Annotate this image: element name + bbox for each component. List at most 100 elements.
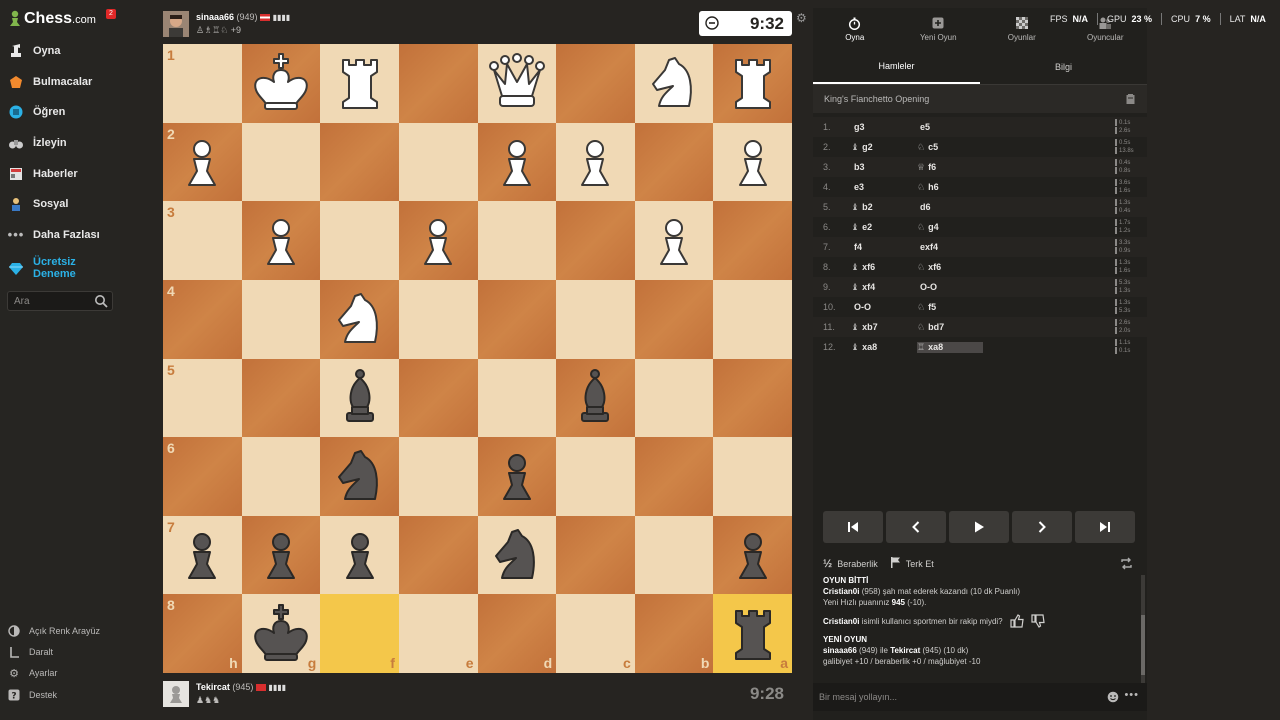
tab-info[interactable]: Bilgi: [980, 50, 1147, 84]
square-f2[interactable]: [320, 122, 399, 202]
square-e2[interactable]: [398, 122, 478, 202]
square-e7[interactable]: [398, 515, 478, 595]
square-h8[interactable]: 8h: [163, 594, 242, 673]
search-input[interactable]: Ara: [7, 291, 113, 311]
square-c1[interactable]: [556, 44, 635, 123]
square-h1[interactable]: 1: [163, 44, 242, 123]
board-settings-gear-icon[interactable]: ⚙: [796, 11, 808, 25]
white-knight-piece[interactable]: [639, 48, 709, 118]
nav-learn[interactable]: Öğren: [0, 97, 120, 128]
square-h5[interactable]: 5: [163, 358, 242, 438]
square-e8[interactable]: e: [398, 594, 478, 673]
white-move[interactable]: f4: [851, 242, 917, 252]
player-name[interactable]: Tekircat: [196, 682, 230, 692]
square-c6[interactable]: [556, 437, 635, 516]
white-move[interactable]: g3: [851, 122, 917, 132]
square-f3[interactable]: [320, 201, 399, 280]
square-d4[interactable]: [477, 279, 557, 359]
black-pawn-piece[interactable]: [482, 441, 552, 511]
nav-more[interactable]: ••• Daha Fazlası: [0, 220, 120, 251]
black-knight-piece[interactable]: [482, 520, 552, 590]
chat-input[interactable]: Bir mesaj yollayın... •••: [813, 683, 1147, 711]
white-pawn-piece[interactable]: [403, 206, 473, 276]
black-rook-piece[interactable]: [718, 599, 788, 669]
square-g7[interactable]: [241, 515, 321, 595]
black-bishop-piece[interactable]: [325, 363, 395, 433]
black-move[interactable]: ♘ g4: [917, 222, 983, 233]
square-g4[interactable]: [241, 279, 321, 359]
avatar[interactable]: [163, 11, 189, 37]
draw-button[interactable]: ½ Beraberlik: [823, 558, 878, 570]
next-move-button[interactable]: [1012, 511, 1072, 543]
square-g2[interactable]: [241, 122, 321, 202]
square-c4[interactable]: [556, 279, 635, 359]
player-name[interactable]: sinaaa66: [196, 12, 234, 22]
black-move[interactable]: ♘ f5: [917, 302, 983, 313]
square-c7[interactable]: [556, 515, 635, 595]
white-rook-piece[interactable]: [325, 48, 395, 118]
square-c2[interactable]: [556, 122, 635, 202]
tab-play[interactable]: Oyna: [813, 8, 897, 50]
chess-board[interactable]: 12345678hgfedcba: [163, 44, 792, 673]
white-pawn-piece[interactable]: [560, 127, 630, 197]
black-move[interactable]: O-O: [917, 282, 983, 292]
black-move[interactable]: d6: [917, 202, 983, 212]
square-b6[interactable]: [634, 437, 714, 516]
nav-watch[interactable]: İzleyin: [0, 128, 120, 159]
white-move[interactable]: ♝ g2: [851, 142, 917, 153]
white-move[interactable]: b3: [851, 162, 917, 172]
square-f8[interactable]: f: [320, 594, 399, 673]
first-move-button[interactable]: [823, 511, 883, 543]
black-move[interactable]: e5: [917, 122, 983, 132]
square-e4[interactable]: [398, 279, 478, 359]
square-g3[interactable]: [241, 201, 321, 280]
black-bishop-piece[interactable]: [560, 363, 630, 433]
square-e1[interactable]: [398, 44, 478, 123]
nav-news[interactable]: Haberler: [0, 158, 120, 189]
square-f1[interactable]: [320, 44, 399, 123]
square-h7[interactable]: 7: [163, 515, 242, 595]
square-h3[interactable]: 3: [163, 201, 242, 280]
last-move-button[interactable]: [1075, 511, 1135, 543]
black-pawn-piece[interactable]: [167, 520, 237, 590]
square-e6[interactable]: [398, 437, 478, 516]
tab-new-game[interactable]: Yeni Oyun: [897, 8, 981, 50]
square-h6[interactable]: 6: [163, 437, 242, 516]
nav-puzzles[interactable]: Bulmacalar: [0, 67, 120, 98]
square-g5[interactable]: [241, 358, 321, 438]
black-move[interactable]: ♘ h6: [917, 182, 983, 193]
square-a3[interactable]: [713, 201, 792, 280]
square-c3[interactable]: [556, 201, 635, 280]
square-d1[interactable]: [477, 44, 557, 123]
square-c5[interactable]: [556, 358, 635, 438]
previous-move-button[interactable]: [886, 511, 946, 543]
square-a7[interactable]: [713, 515, 792, 595]
white-pawn-piece[interactable]: [167, 127, 237, 197]
light-theme-toggle[interactable]: Açık Renk Arayüz: [0, 620, 120, 641]
square-g6[interactable]: [241, 437, 321, 516]
square-d3[interactable]: [477, 201, 557, 280]
white-move[interactable]: ♝ b2: [851, 202, 917, 213]
square-b2[interactable]: [634, 122, 714, 202]
black-knight-piece[interactable]: [325, 441, 395, 511]
book-icon[interactable]: [1126, 94, 1135, 104]
thumbs-down-icon[interactable]: [1031, 614, 1045, 628]
notification-badge[interactable]: 2: [106, 9, 116, 19]
white-pawn-piece[interactable]: [246, 206, 316, 276]
square-b8[interactable]: b: [634, 594, 714, 673]
square-a5[interactable]: [713, 358, 792, 438]
square-d5[interactable]: [477, 358, 557, 438]
white-move[interactable]: e3: [851, 182, 917, 192]
logo[interactable]: Chess.com: [8, 8, 96, 30]
square-f7[interactable]: [320, 515, 399, 595]
flip-board-icon[interactable]: [1120, 557, 1133, 570]
resign-button[interactable]: Terk Et: [890, 557, 934, 571]
emoji-icon[interactable]: [1107, 691, 1119, 703]
square-c8[interactable]: c: [556, 594, 635, 673]
square-b4[interactable]: [634, 279, 714, 359]
settings-link[interactable]: ⚙ Ayarlar: [0, 663, 120, 684]
black-move[interactable]: ♘ xf6: [917, 262, 983, 273]
white-move[interactable]: ♝ xb7: [851, 322, 917, 333]
white-move[interactable]: ♝ e2: [851, 222, 917, 233]
nav-free-trial[interactable]: Ücretsiz Deneme: [0, 250, 120, 286]
